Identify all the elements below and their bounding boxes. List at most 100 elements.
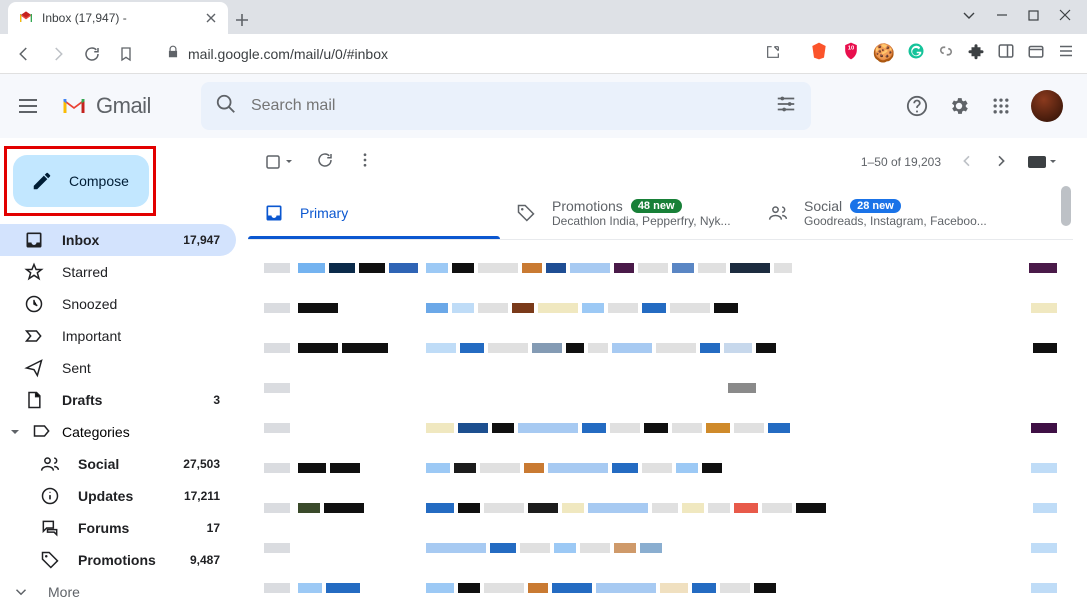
search-bar[interactable]	[201, 82, 811, 130]
email-row[interactable]	[248, 488, 1073, 528]
inbox-icon	[264, 203, 284, 223]
info-icon	[40, 486, 60, 506]
svg-text:10: 10	[847, 45, 853, 51]
nav-cat-social[interactable]: Social 27,503	[0, 448, 236, 480]
important-icon	[24, 326, 44, 346]
category-tabs: Primary Promotions48 new Decathlon India…	[248, 186, 1073, 240]
gmail-logo-icon	[60, 92, 88, 120]
browser-extensions: 10 🍪	[809, 41, 1075, 66]
sidebar: Compose Inbox 17,947 Starred Snoozed Imp…	[0, 138, 248, 616]
lock-icon	[166, 45, 180, 62]
brave-shield-icon[interactable]: 10	[841, 41, 861, 66]
input-tools-icon[interactable]	[1027, 155, 1057, 169]
search-icon[interactable]	[215, 93, 237, 120]
compose-highlight-box: Compose	[4, 146, 156, 216]
email-row[interactable]	[248, 248, 1073, 288]
email-row[interactable]	[248, 368, 1073, 408]
nav-cat-promotions[interactable]: Promotions 9,487	[0, 544, 236, 576]
nav-important[interactable]: Important	[0, 320, 236, 352]
close-window-icon[interactable]	[1059, 8, 1071, 26]
browser-tab-strip: Inbox (17,947) -	[0, 0, 1087, 34]
email-row[interactable]	[248, 568, 1073, 608]
bookmark-icon[interactable]	[114, 42, 138, 66]
nav-cat-forums[interactable]: Forums 17	[0, 512, 236, 544]
account-avatar[interactable]	[1031, 90, 1063, 122]
main-menu-icon[interactable]	[16, 94, 40, 118]
people-icon	[768, 203, 788, 223]
chevron-down-icon	[12, 583, 30, 601]
nav-count: 17,947	[183, 233, 220, 247]
search-options-icon[interactable]	[775, 93, 797, 120]
nav-snoozed[interactable]: Snoozed	[0, 288, 236, 320]
settings-gear-icon[interactable]	[947, 94, 971, 118]
window-controls	[962, 0, 1087, 34]
close-tab-icon[interactable]	[204, 11, 218, 25]
tag-icon	[516, 203, 536, 223]
grammarly-icon[interactable]	[907, 42, 925, 65]
drafts-icon	[24, 390, 44, 410]
prev-page-icon[interactable]	[959, 153, 975, 172]
select-all-checkbox[interactable]	[264, 153, 294, 171]
back-icon[interactable]	[12, 42, 36, 66]
email-row[interactable]	[248, 448, 1073, 488]
email-row[interactable]	[248, 288, 1073, 328]
caret-down-icon	[8, 425, 22, 439]
email-row[interactable]	[248, 528, 1073, 568]
gmail-favicon	[18, 10, 34, 26]
chevron-down-icon[interactable]	[962, 8, 976, 27]
next-page-icon[interactable]	[993, 153, 1009, 172]
tab-promotions[interactable]: Promotions48 new Decathlon India, Pepper…	[500, 186, 752, 239]
nav-label: Inbox	[62, 232, 99, 248]
email-row[interactable]	[248, 408, 1073, 448]
nav-inbox[interactable]: Inbox 17,947	[0, 224, 236, 256]
compose-button[interactable]: Compose	[13, 155, 149, 207]
cookie-ext-icon[interactable]: 🍪	[873, 43, 895, 64]
sidepanel-icon[interactable]	[997, 42, 1015, 65]
minimize-icon[interactable]	[996, 8, 1008, 26]
maximize-icon[interactable]	[1028, 8, 1039, 26]
puzzle-ext-icon[interactable]	[967, 42, 985, 65]
nav-drafts[interactable]: Drafts 3	[0, 384, 236, 416]
link-ext-icon[interactable]	[937, 42, 955, 65]
pencil-icon	[31, 170, 53, 192]
nav-sent[interactable]: Sent	[0, 352, 236, 384]
tag-icon	[40, 550, 60, 570]
share-icon[interactable]	[765, 44, 781, 63]
nav-starred[interactable]: Starred	[0, 256, 236, 288]
people-icon	[40, 454, 60, 474]
inbox-icon	[24, 230, 44, 250]
tab-social[interactable]: Social28 new Goodreads, Instagram, Faceb…	[752, 186, 1004, 239]
nav-more[interactable]: More	[0, 576, 236, 608]
badge-new: 48 new	[631, 199, 682, 213]
support-icon[interactable]	[905, 94, 929, 118]
forward-icon	[46, 42, 70, 66]
mail-main-panel: 1–50 of 19,203 Primary Promotions48 new …	[248, 138, 1073, 616]
apps-grid-icon[interactable]	[989, 94, 1013, 118]
browser-toolbar: mail.google.com/mail/u/0/#inbox 10 🍪	[0, 34, 1087, 74]
gmail-logo[interactable]: Gmail	[60, 92, 151, 120]
email-row[interactable]	[248, 328, 1073, 368]
label-icon	[32, 421, 52, 444]
wallet-icon[interactable]	[1027, 42, 1045, 65]
vertical-scrollbar[interactable]	[1061, 186, 1071, 226]
tab-primary[interactable]: Primary	[248, 186, 500, 239]
star-icon	[24, 262, 44, 282]
clock-icon	[24, 294, 44, 314]
browser-menu-icon[interactable]	[1057, 42, 1075, 65]
browser-tab[interactable]: Inbox (17,947) -	[8, 2, 228, 34]
new-tab-button[interactable]	[228, 6, 256, 34]
search-input[interactable]	[251, 97, 775, 115]
gmail-logo-text: Gmail	[96, 93, 151, 119]
sent-icon	[24, 358, 44, 378]
address-bar[interactable]: mail.google.com/mail/u/0/#inbox	[156, 40, 791, 68]
refresh-icon[interactable]	[316, 151, 334, 174]
reload-icon[interactable]	[80, 42, 104, 66]
nav-cat-updates[interactable]: Updates 17,211	[0, 480, 236, 512]
more-icon[interactable]	[356, 151, 374, 174]
gmail-header: Gmail	[0, 74, 1087, 138]
url-text: mail.google.com/mail/u/0/#inbox	[188, 46, 388, 62]
brave-icon[interactable]	[809, 41, 829, 66]
mail-toolbar: 1–50 of 19,203	[248, 138, 1073, 186]
nav-categories[interactable]: Categories	[0, 416, 248, 448]
badge-new: 28 new	[850, 199, 901, 213]
